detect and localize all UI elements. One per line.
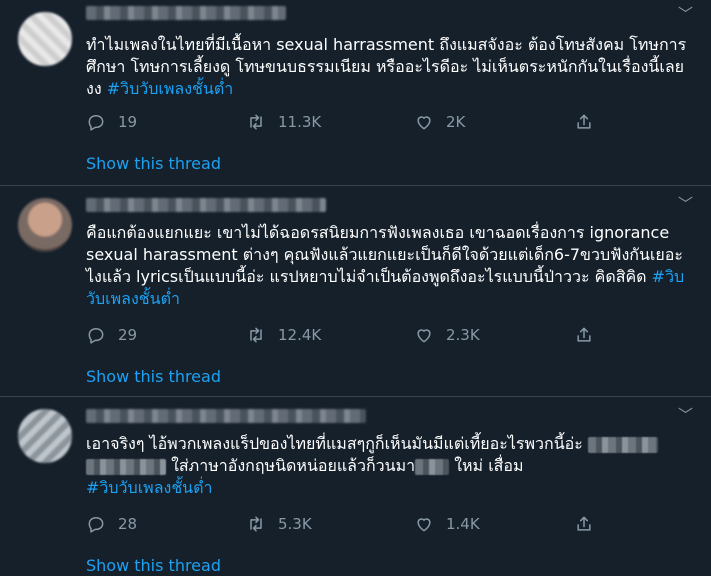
share-button[interactable] bbox=[574, 112, 594, 132]
tweet-body: คือแกต้องแยกแยะ เขาไม่ได้ฉอดรสนิยมการฟัง… bbox=[86, 223, 683, 286]
share-button[interactable] bbox=[574, 514, 594, 534]
tweet-actions: 29 12.4K 2.3K bbox=[86, 325, 646, 349]
reply-icon bbox=[88, 517, 104, 533]
reply-count: 29 bbox=[118, 326, 138, 344]
redacted-word bbox=[86, 458, 166, 475]
retweet-icon bbox=[250, 327, 262, 343]
avatar[interactable] bbox=[18, 409, 72, 463]
tweet-text: เอาจริงๆ ไอ้พวกเพลงแร็ปของไทยที่แมสๆกูก็… bbox=[86, 433, 692, 499]
tweet-text: คือแกต้องแยกแยะ เขาไม่ได้ฉอดรสนิยมการฟัง… bbox=[86, 222, 692, 310]
tweet-body-part-2: ใส่ภาษาอังกฤษนิดหน่อยแล้วก็วนมา bbox=[166, 456, 416, 475]
reply-icon bbox=[88, 328, 104, 344]
show-thread-link[interactable]: Show this thread bbox=[86, 556, 221, 575]
hashtag-link[interactable]: #วิบวับเพลงชั้นต่ำ bbox=[107, 79, 234, 98]
reply-count: 19 bbox=[118, 113, 138, 131]
tweet-body-part-3: ใหม่ เสื่อม bbox=[449, 456, 524, 475]
retweet-button[interactable]: 11.3K bbox=[246, 112, 321, 132]
retweet-icon bbox=[250, 516, 262, 532]
tweet-2[interactable]: ﹀ คือแกต้องแยกแยะ เขาไม่ได้ฉอดรสนิยมการฟ… bbox=[0, 186, 711, 396]
share-icon bbox=[577, 516, 591, 531]
share-button[interactable] bbox=[574, 325, 594, 345]
retweet-button[interactable]: 12.4K bbox=[246, 325, 321, 345]
like-button[interactable]: 2K bbox=[414, 112, 465, 132]
reply-button[interactable]: 29 bbox=[86, 325, 137, 345]
like-button[interactable]: 2.3K bbox=[414, 325, 480, 345]
hashtag-link[interactable]: #วิบวับเพลงชั้นต่ำ bbox=[86, 478, 213, 497]
chevron-down-icon[interactable]: ﹀ bbox=[678, 3, 693, 24]
author-name-redacted bbox=[86, 6, 286, 20]
heart-icon bbox=[417, 329, 431, 343]
retweet-icon bbox=[250, 114, 262, 130]
like-count: 2.3K bbox=[446, 326, 480, 344]
tweet-actions: 19 11.3K 2K bbox=[86, 112, 646, 136]
reply-button[interactable]: 19 bbox=[86, 112, 137, 132]
tweet-body-part-1: เอาจริงๆ ไอ้พวกเพลงแร็ปของไทยที่แมสๆกูก็… bbox=[86, 434, 588, 453]
chevron-down-icon[interactable]: ﹀ bbox=[678, 404, 693, 425]
show-thread-link[interactable]: Show this thread bbox=[86, 154, 221, 173]
redacted-word bbox=[587, 436, 658, 453]
author-name-redacted bbox=[86, 198, 326, 212]
like-button[interactable]: 1.4K bbox=[414, 514, 480, 534]
reply-button[interactable]: 28 bbox=[86, 514, 137, 534]
share-icon bbox=[577, 327, 591, 342]
retweet-count: 12.4K bbox=[278, 326, 322, 344]
share-icon bbox=[577, 114, 591, 129]
chevron-down-icon[interactable]: ﹀ bbox=[678, 193, 693, 214]
redacted-word bbox=[415, 458, 450, 475]
retweet-count: 5.3K bbox=[278, 515, 312, 533]
tweet-text: ทำไมเพลงในไทยที่มีเนื้อหา sexual harrass… bbox=[86, 34, 692, 100]
author-name-redacted bbox=[86, 409, 366, 423]
tweet-3[interactable]: ﹀ เอาจริงๆ ไอ้พวกเพลงแร็ปของไทยที่แมสๆกู… bbox=[0, 397, 711, 576]
heart-icon bbox=[417, 116, 431, 130]
like-count: 2K bbox=[446, 113, 466, 131]
tweet-1[interactable]: ﹀ ทำไมเพลงในไทยที่มีเนื้อหา sexual harra… bbox=[0, 0, 711, 186]
reply-count: 28 bbox=[118, 515, 138, 533]
avatar[interactable] bbox=[18, 12, 72, 66]
like-count: 1.4K bbox=[446, 515, 480, 533]
retweet-button[interactable]: 5.3K bbox=[246, 514, 312, 534]
heart-icon bbox=[417, 518, 431, 532]
show-thread-link[interactable]: Show this thread bbox=[86, 367, 221, 386]
reply-icon bbox=[88, 115, 104, 131]
tweet-actions: 28 5.3K 1.4K bbox=[86, 514, 646, 538]
retweet-count: 11.3K bbox=[278, 113, 322, 131]
avatar[interactable] bbox=[18, 198, 72, 252]
